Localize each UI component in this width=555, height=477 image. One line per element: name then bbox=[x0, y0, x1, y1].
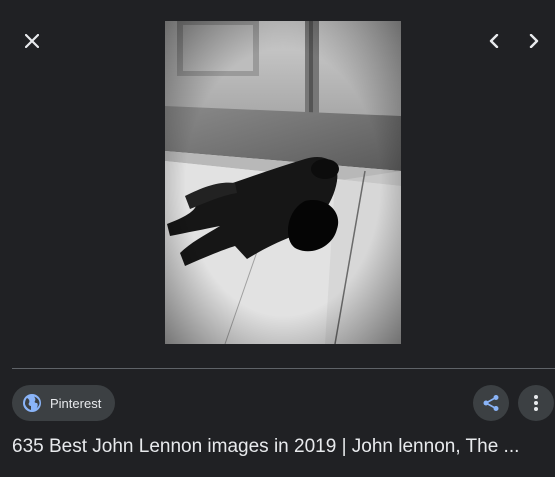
source-name: Pinterest bbox=[50, 395, 102, 411]
image-viewer: Pinterest 635 Best John Lennon images in… bbox=[0, 0, 555, 477]
more-vert-icon bbox=[534, 395, 538, 411]
preview-image[interactable] bbox=[165, 21, 401, 344]
share-button[interactable] bbox=[473, 385, 509, 421]
close-button[interactable] bbox=[18, 27, 46, 55]
source-chip[interactable]: Pinterest bbox=[12, 385, 116, 421]
next-button[interactable] bbox=[520, 27, 548, 55]
divider bbox=[12, 368, 555, 369]
more-options-button[interactable] bbox=[518, 385, 554, 421]
share-icon bbox=[483, 395, 499, 411]
globe-icon bbox=[23, 394, 41, 412]
close-icon bbox=[25, 34, 39, 48]
chevron-right-icon bbox=[529, 34, 539, 48]
chevron-left-icon bbox=[489, 34, 499, 48]
previous-button[interactable] bbox=[480, 27, 508, 55]
result-title[interactable]: 635 Best John Lennon images in 2019 | Jo… bbox=[12, 436, 552, 458]
photo bbox=[165, 21, 401, 344]
